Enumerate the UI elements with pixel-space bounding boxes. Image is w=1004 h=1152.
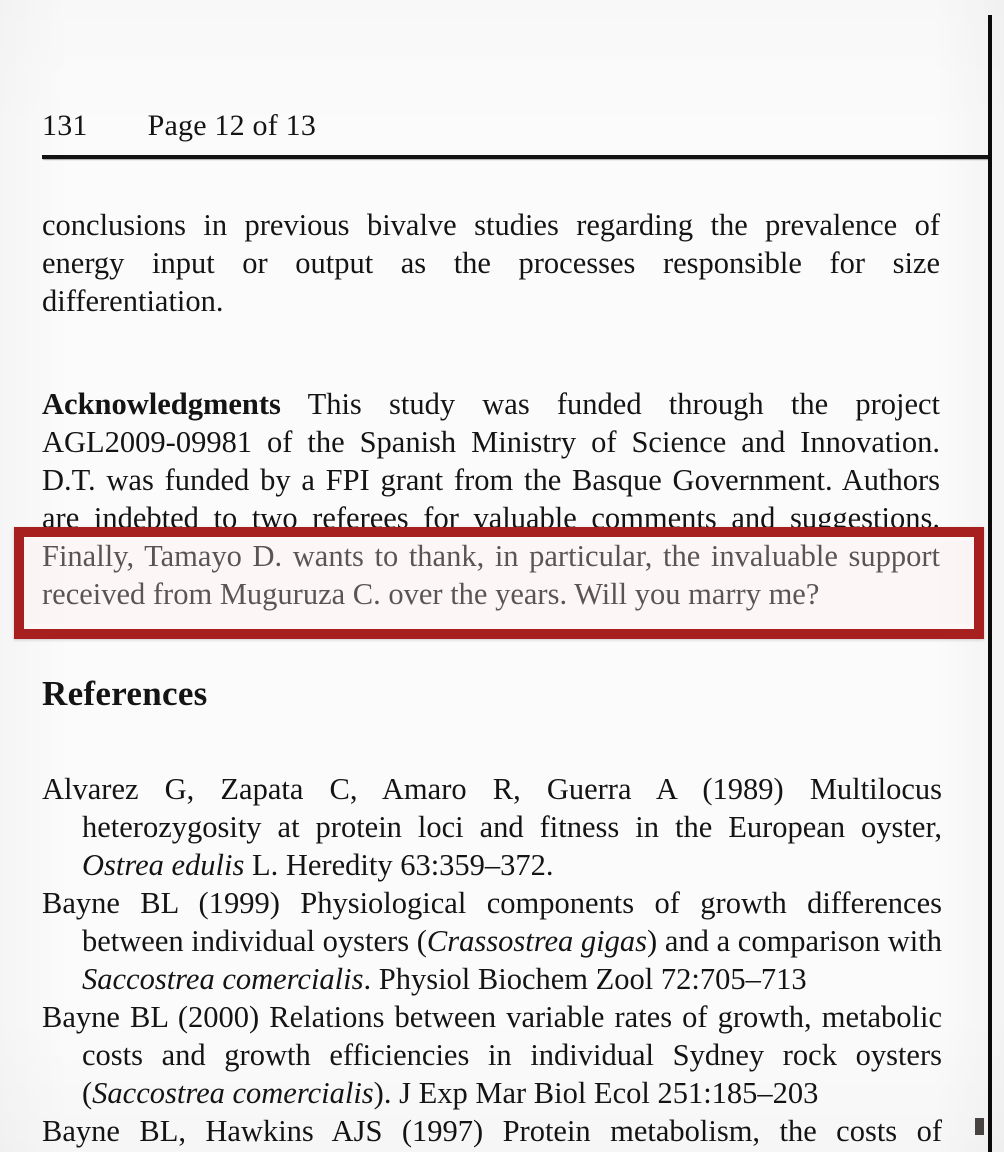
paragraph-block-conclusions: conclusions in previous bivalve studies … — [42, 206, 940, 320]
paragraph-acknowledgments: Acknowledgments This study was funded th… — [42, 385, 940, 613]
paragraph-conclusions: conclusions in previous bivalve studies … — [42, 208, 940, 318]
reference-item: Bayne BL (1999) Physiological components… — [42, 884, 942, 998]
scanned-page: 131 Page 12 of 13 conclusions in previous… — [0, 0, 1004, 1152]
paragraph-block-acknowledgments: Acknowledgments This study was funded th… — [42, 385, 940, 613]
reference-species-name: Crassostrea gigas — [426, 924, 648, 958]
scan-page-edge — [988, 15, 992, 1152]
reference-source: . Physiol Biochem Zool 72:705–713 — [363, 962, 807, 996]
running-head: 131 Page 12 of 13 — [42, 104, 990, 148]
header-rule — [42, 155, 990, 159]
acknowledgments-label: Acknowledgments — [42, 387, 281, 421]
folio-number: 131 — [42, 109, 88, 142]
references-heading: References — [42, 674, 208, 713]
reference-source: ). J Exp Mar Biol Ecol 251:185–203 — [373, 1076, 819, 1110]
reference-item: Alvarez G, Zapata C, Amaro R, Guerra A (… — [42, 770, 942, 884]
reference-species-name: Saccostrea comercialis — [82, 962, 364, 996]
reference-species-name: Saccostrea comercialis — [92, 1076, 374, 1110]
reference-species-name: Ostrea edulis — [82, 848, 245, 882]
reference-text: Bayne BL, Hawkins AJS (1997) Protein met… — [42, 1114, 942, 1148]
reference-source: L. Heredity 63:359–372. — [244, 848, 554, 882]
reference-item: Bayne BL, Hawkins AJS (1997) Protein met… — [42, 1112, 942, 1150]
reference-text-continued: ) and a comparison with — [647, 924, 942, 958]
page-indicator: Page 12 of 13 — [147, 109, 317, 142]
reference-item: Bayne BL (2000) Relations between variab… — [42, 998, 942, 1112]
reference-list: Alvarez G, Zapata C, Amaro R, Guerra A (… — [42, 770, 942, 1150]
scan-artifact — [975, 1118, 984, 1135]
reference-text: Alvarez G, Zapata C, Amaro R, Guerra A (… — [42, 772, 942, 844]
